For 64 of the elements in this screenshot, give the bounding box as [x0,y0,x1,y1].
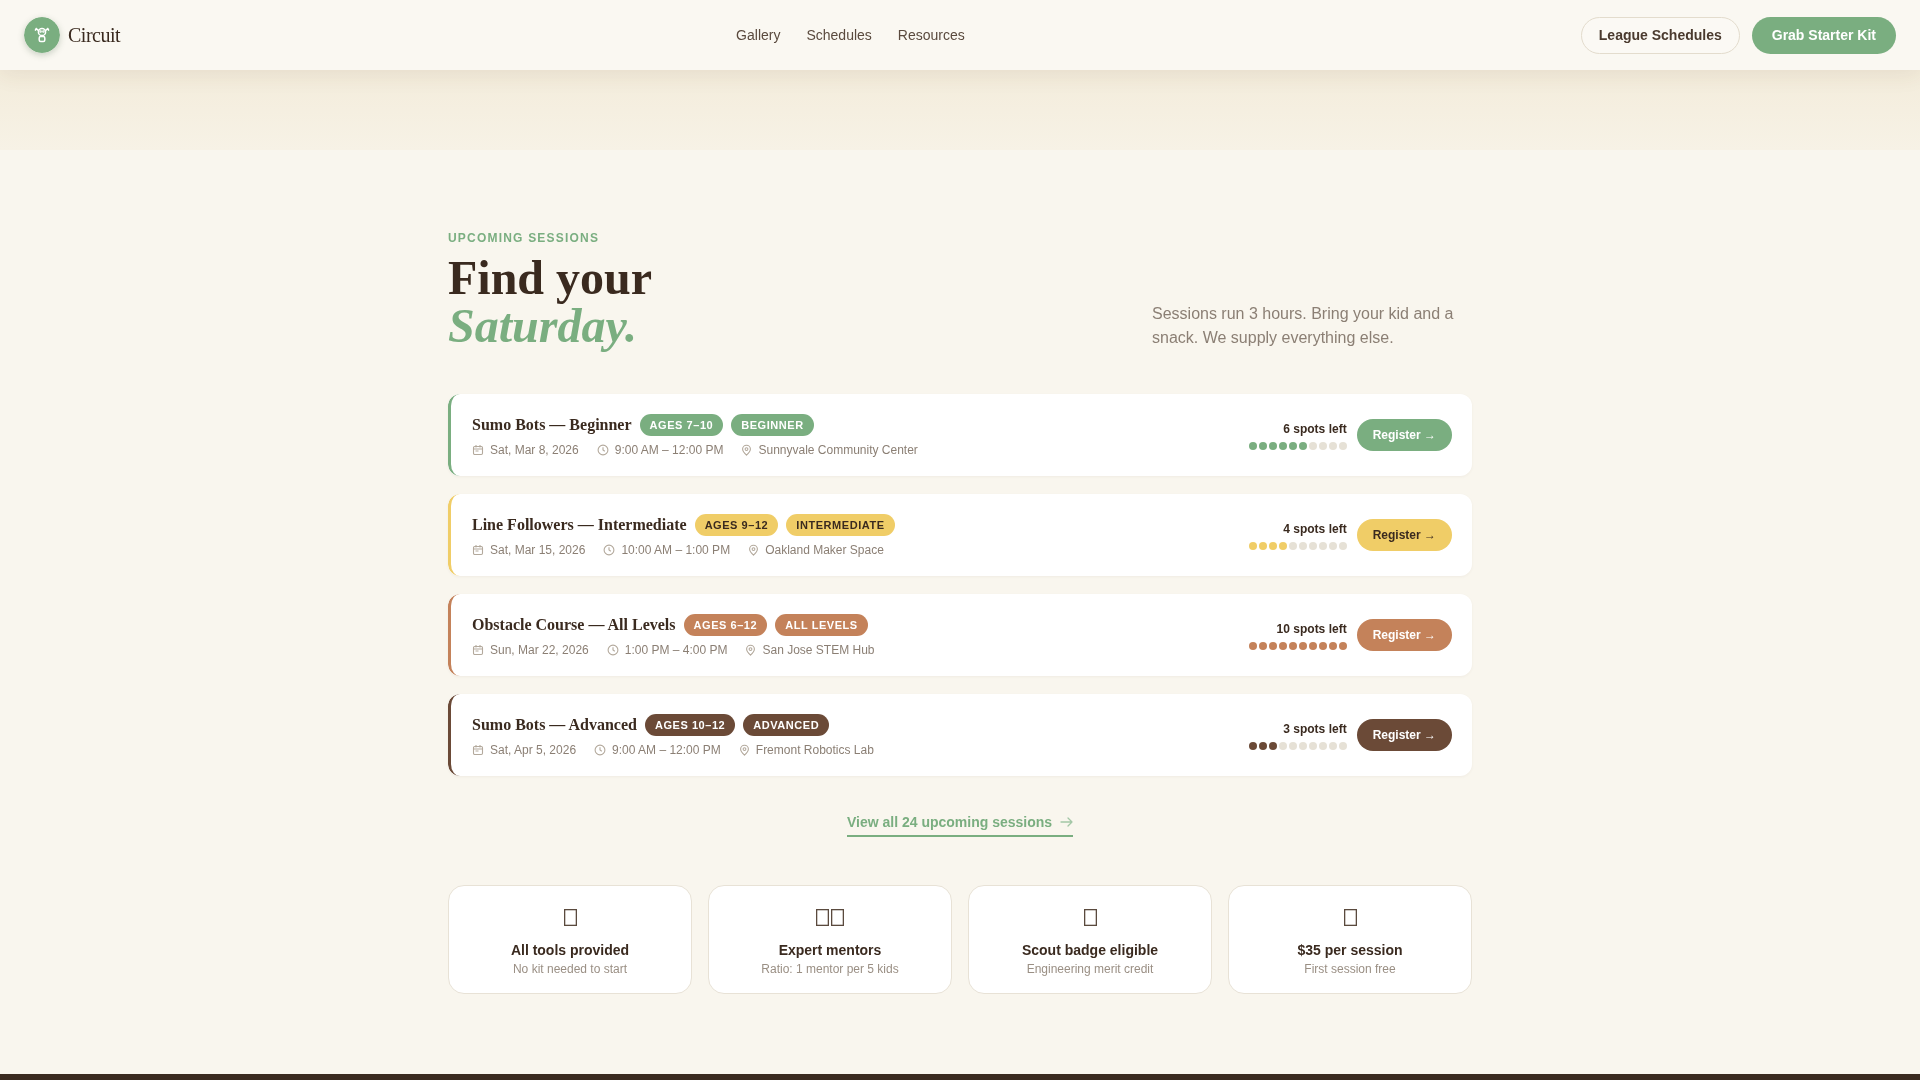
feature-title: $35 per session [1297,941,1403,960]
session-title: Line Followers — Intermediate [472,514,687,535]
feature-title: All tools provided [510,941,630,960]
nav-link[interactable]: Schedules [806,21,872,49]
calendar-icon [472,743,484,756]
calendar-icon [472,443,484,456]
feature-subtitle: Engineering merit credit [1026,961,1154,977]
session-tag: AGES 9–12 [694,513,779,536]
empty-box-icon [1083,909,1097,926]
session-location: Fremont Robotics Lab [755,741,874,758]
session-tag: ALL LEVELS [775,613,868,636]
session-title: Obstacle Course — All Levels [472,614,676,635]
session-location: Sunnyvale Community Center [758,441,918,458]
map-pin-icon [748,543,760,556]
robot-logo-icon[interactable] [24,17,60,53]
map-pin-icon [738,743,750,756]
session-title: Sumo Bots — Advanced [472,714,637,735]
register-button[interactable]: Register → [1356,519,1452,551]
session-date: Sat, Apr 5, 2026 [490,741,577,758]
feature-subtitle: Ratio: 1 mentor per 5 kids [761,961,899,977]
feature-subtitle: First session free [1304,961,1396,977]
session-title: Sumo Bots — Beginner [472,414,632,436]
session-tag: AGES 7–10 [639,413,724,436]
calendar-icon [472,543,484,556]
clock-icon [606,643,619,656]
section-heading: Find your Saturday. [448,254,653,350]
session-date: Sun, Mar 22, 2026 [490,641,589,658]
empty-box-icon [563,909,577,926]
session-time: 9:00 AM – 12:00 PM [612,741,721,758]
spots-count: 3 spots left [1283,720,1347,737]
brand-name[interactable]: Circuit [68,20,121,50]
session-tag: INTERMEDIATE [786,513,895,536]
section-description: Sessions run 3 hours. Bring your kid and a snack. We supply everything else. [1152,304,1455,348]
session-location: Oakland Maker Space [765,541,884,558]
session-location: San Jose STEM Hub [762,641,875,658]
section-eyebrow: UPCOMING SESSIONS [448,230,601,246]
session-tag: AGES 10–12 [644,713,736,736]
map-pin-icon [745,643,757,656]
session-tag: AGES 6–12 [683,613,768,636]
session-tag: BEGINNER [731,413,814,436]
map-pin-icon [741,443,753,456]
session-time: 9:00 AM – 12:00 PM [614,441,724,458]
empty-boxes-icon [816,909,844,926]
feature-subtitle: No kit needed to start [512,961,628,977]
clock-icon [603,543,616,556]
arrow-right-icon [1060,817,1074,827]
register-button[interactable]: Register → [1356,719,1452,751]
calendar-icon [472,643,484,656]
session-time: 10:00 AM – 1:00 PM [621,541,731,558]
session-date: Sat, Mar 8, 2026 [490,441,579,458]
spots-count: 6 spots left [1283,420,1347,437]
nav-link[interactable]: Gallery [736,21,781,49]
feature-title: Scout badge eligible [1021,941,1159,960]
spots-count: 4 spots left [1283,520,1347,537]
feature-title: Expert mentors [778,941,882,960]
empty-box-icon [1343,909,1357,926]
nav-link[interactable]: Resources [897,21,965,49]
spots-count: 10 spots left [1276,620,1347,637]
secondary-button[interactable]: League Schedules [1580,16,1740,54]
session-tag: ADVANCED [743,713,830,736]
clock-icon [596,443,609,456]
clock-icon [594,743,607,756]
session-date: Sat, Mar 15, 2026 [490,541,586,558]
session-time: 1:00 PM – 4:00 PM [624,641,728,658]
